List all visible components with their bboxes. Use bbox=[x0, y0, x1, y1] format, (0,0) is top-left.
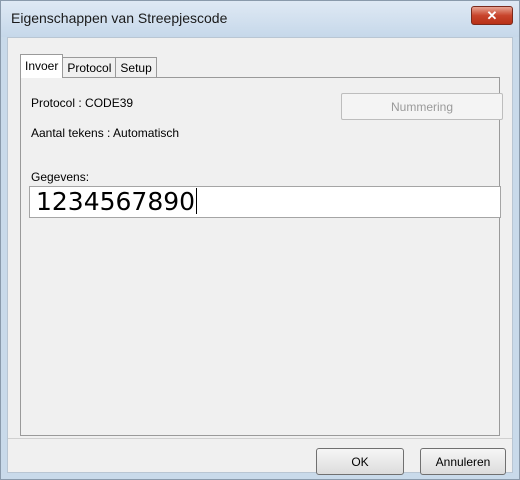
tab-panel-invoer: Protocol : CODE39 Aantal tekens : Automa… bbox=[20, 77, 503, 436]
dialog-client-area: Invoer Protocol Setup Protocol : CODE39 … bbox=[7, 37, 513, 475]
numbering-button[interactable]: Nummering bbox=[341, 93, 503, 120]
tab-protocol[interactable]: Protocol bbox=[62, 57, 117, 78]
close-button[interactable]: ✕ bbox=[471, 6, 513, 25]
ok-button[interactable]: OK bbox=[316, 448, 404, 475]
title-bar[interactable]: Eigenschappen van Streepjescode ✕ bbox=[1, 1, 519, 37]
footer-divider bbox=[8, 438, 512, 439]
data-input[interactable]: 1234567890 bbox=[29, 186, 501, 218]
tab-setup[interactable]: Setup bbox=[115, 57, 157, 78]
close-icon: ✕ bbox=[486, 7, 498, 23]
window-title: Eigenschappen van Streepjescode bbox=[11, 10, 228, 26]
tab-invoer[interactable]: Invoer bbox=[20, 54, 64, 78]
dialog-window: Eigenschappen van Streepjescode ✕ Invoer… bbox=[0, 0, 520, 480]
protocol-label: Protocol : CODE39 bbox=[31, 96, 134, 110]
tab-strip: Invoer Protocol Setup bbox=[20, 54, 157, 78]
text-caret bbox=[196, 188, 198, 214]
data-input-value: 1234567890 bbox=[36, 187, 196, 216]
cancel-button[interactable]: Annuleren bbox=[420, 448, 506, 475]
character-count-label: Aantal tekens : Automatisch bbox=[31, 126, 180, 140]
data-label: Gegevens: bbox=[31, 170, 90, 184]
